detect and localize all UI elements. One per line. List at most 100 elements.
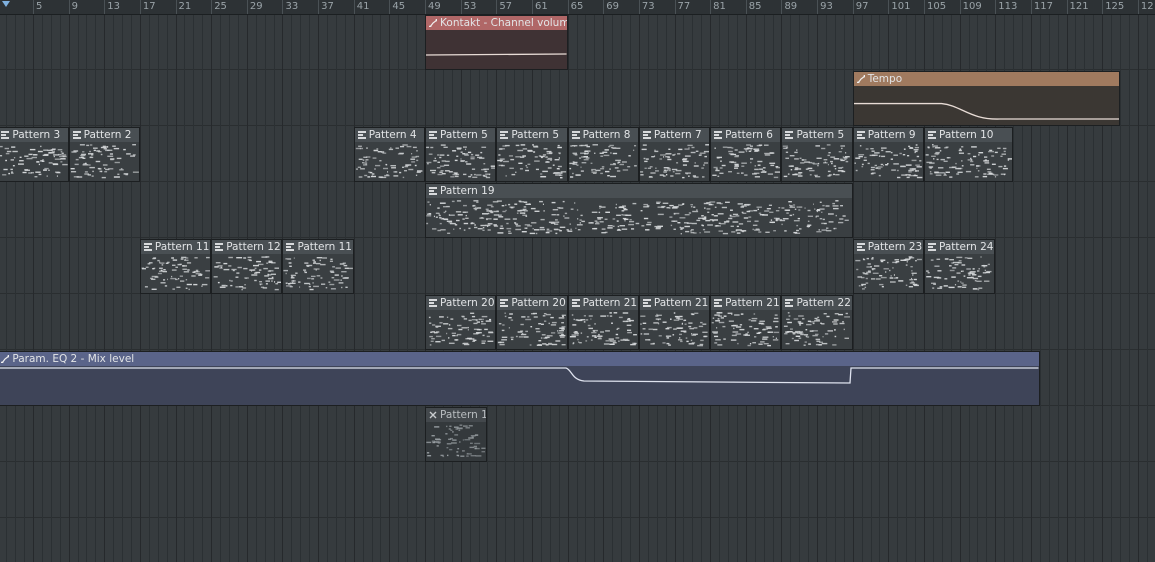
pattern-clip[interactable]: Pattern 23 [852, 238, 924, 294]
pattern-icon [928, 130, 936, 139]
pattern-clip[interactable]: Pattern 11 [139, 238, 212, 294]
pattern-clip[interactable]: Pattern 2 [68, 126, 140, 182]
automation-clip[interactable]: Param. EQ 2 - Mix level [0, 350, 1040, 406]
automation-clip[interactable]: Tempo [852, 70, 1121, 126]
automation-curve[interactable] [853, 86, 1120, 125]
pattern-clip[interactable]: Pattern 8 [567, 126, 639, 182]
clip-header[interactable]: Pattern 20 [426, 295, 496, 310]
pattern-clip[interactable]: Pattern 21 [638, 294, 711, 350]
clip-body [568, 141, 638, 181]
pattern-clip[interactable]: Pattern 22 [781, 294, 853, 350]
pattern-clip[interactable]: Pattern 10 [924, 126, 1014, 182]
pattern-clip[interactable]: Pattern 6 [710, 126, 782, 182]
ruler-bar-label: 81 [713, 1, 726, 12]
clip-header[interactable]: Pattern 12 [212, 239, 282, 254]
clip-header[interactable]: Pattern 22 [782, 295, 852, 310]
timeline-ruler[interactable]: 5 9 13 17 21 25 29 33 37 41 45 49 53 57 61 65 69 73 77 81 85… [0, 0, 1155, 15]
clip-body [711, 141, 781, 181]
clip-body [853, 253, 923, 293]
clip-header[interactable]: Pattern 8 [568, 127, 638, 142]
ruler-bar-label: 17 [142, 1, 156, 12]
grid-line [710, 14, 711, 562]
automation-curve[interactable] [0, 366, 1039, 405]
clip-body [497, 141, 567, 181]
grid-line [470, 14, 471, 562]
playhead-marker-icon[interactable] [2, 1, 10, 7]
pattern-clip[interactable]: Pattern 12 [211, 238, 283, 294]
pattern-icon [357, 130, 366, 139]
clip-header[interactable]: Pattern 21 [639, 295, 710, 310]
clip-label: Pattern 6 [725, 128, 773, 141]
clip-header[interactable]: Pattern 11 [283, 239, 353, 254]
pattern-clip[interactable]: Pattern 5 [425, 126, 497, 182]
clip-label: Pattern 2 [83, 128, 132, 141]
pattern-clip[interactable]: Pattern 17 [425, 406, 488, 462]
pattern-clip[interactable]: Pattern 5 [781, 126, 853, 182]
clip-header[interactable]: Pattern 2 [69, 127, 139, 142]
automation-clip[interactable]: Kontakt - Channel volume [425, 14, 568, 70]
clip-body [639, 141, 710, 181]
pattern-clip[interactable]: Pattern 4 [353, 126, 426, 182]
pattern-icon [571, 298, 580, 307]
clip-header[interactable]: Pattern 17 [426, 407, 487, 422]
note-preview [428, 312, 494, 346]
clip-label: Pattern 5 [796, 128, 845, 141]
clip-header[interactable]: Param. EQ 2 - Mix level [0, 351, 1039, 366]
ruler-bar-label: 121 [1069, 1, 1089, 12]
pattern-icon [642, 130, 651, 139]
clip-header[interactable]: Pattern 23 [853, 239, 923, 254]
clip-header[interactable]: Pattern 5 [497, 127, 567, 142]
pattern-clip[interactable]: Pattern 20 [425, 294, 497, 350]
ruler-bar-label: 73 [641, 1, 655, 12]
clip-header[interactable]: Pattern 19 [426, 183, 852, 198]
pattern-clip[interactable]: Pattern 24 [924, 238, 996, 294]
clip-header[interactable]: Pattern 21 [568, 295, 638, 310]
grid-line [683, 14, 684, 562]
pattern-clip[interactable]: Pattern 9 [852, 126, 924, 182]
clip-header[interactable]: Pattern 6 [711, 127, 781, 142]
grid-line [621, 14, 622, 562]
note-preview [498, 312, 567, 346]
clip-header[interactable]: Pattern 4 [354, 127, 425, 142]
clip-header[interactable]: Pattern 11 [140, 239, 211, 254]
clip-header[interactable]: Pattern 10 [925, 127, 1013, 142]
clip-header[interactable]: Pattern 20 [497, 295, 567, 310]
pattern-clip[interactable]: Pattern 11 [282, 238, 354, 294]
pattern-clip[interactable]: Pattern 3 [0, 126, 69, 182]
grid-line [452, 14, 453, 562]
grid-line [86, 14, 87, 562]
grid-line [51, 14, 52, 562]
clip-header[interactable]: Pattern 5 [782, 127, 852, 142]
grid-line [648, 14, 649, 562]
ruler-bar-label: 89 [784, 1, 798, 12]
ruler-bar-label: 9 [71, 1, 78, 12]
clip-body [426, 141, 496, 181]
clip-label: Pattern 20 [440, 296, 495, 309]
pattern-clip[interactable]: Pattern 5 [496, 126, 568, 182]
ruler-bar-label: 41 [356, 1, 370, 12]
pattern-clip[interactable]: Pattern 20 [496, 294, 568, 350]
clip-header[interactable]: Pattern 24 [925, 239, 995, 254]
clip-header[interactable]: Pattern 21 [711, 295, 781, 310]
playlist-grid[interactable]: Kontakt - Channel volume Tempo Pattern 3 Pa… [0, 14, 1155, 562]
pattern-clip[interactable]: Pattern 19 [425, 182, 853, 238]
clip-body [426, 421, 487, 461]
clip-header[interactable]: Pattern 9 [853, 127, 923, 142]
note-preview [712, 143, 781, 178]
clip-header[interactable]: Tempo [853, 71, 1120, 86]
clip-header[interactable]: Kontakt - Channel volume [426, 15, 567, 30]
automation-curve[interactable] [426, 30, 567, 69]
pattern-clip[interactable]: Pattern 7 [638, 126, 711, 182]
clip-header[interactable]: Pattern 5 [426, 127, 496, 142]
grid-line [113, 14, 114, 562]
pattern-icon [500, 298, 509, 307]
note-preview [784, 311, 851, 346]
clip-header[interactable]: Pattern 3 [0, 127, 68, 142]
pattern-clip[interactable]: Pattern 21 [567, 294, 639, 350]
ruler-bar-label: 13 [107, 1, 120, 12]
grid-line [826, 14, 827, 562]
pattern-clip[interactable]: Pattern 21 [710, 294, 782, 350]
clip-body [782, 309, 852, 349]
clip-header[interactable]: Pattern 7 [639, 127, 710, 142]
grid-line [104, 14, 105, 562]
